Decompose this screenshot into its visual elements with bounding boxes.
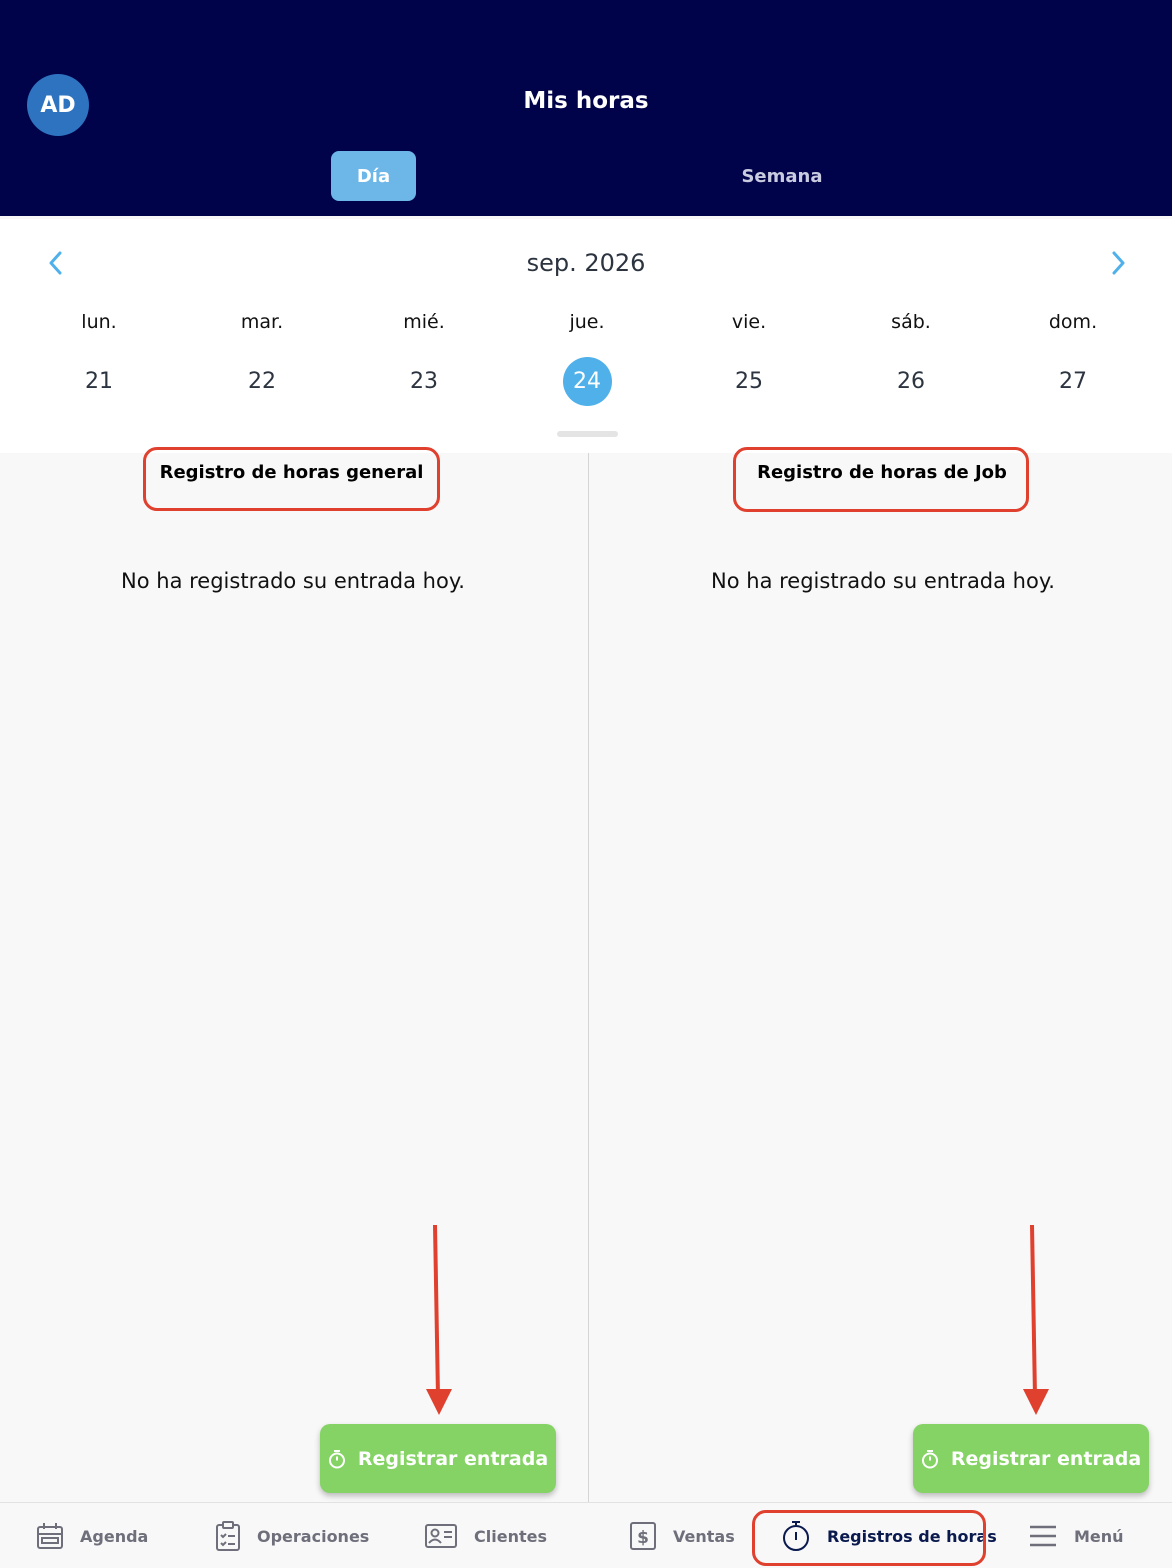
annotation-highlight	[752, 1510, 986, 1566]
app-header: AD Mis horas Día Semana	[0, 0, 1172, 216]
weekday-label: sáb.	[891, 311, 931, 333]
stopwatch-icon	[328, 1449, 345, 1468]
tab-day[interactable]: Día	[331, 151, 416, 201]
day-number: 22	[248, 368, 276, 394]
svg-text:$: $	[637, 1528, 649, 1548]
day-cell[interactable]: 25	[689, 357, 809, 405]
day-number: 27	[1059, 368, 1087, 394]
weekday-label: vie.	[731, 311, 767, 333]
day-number: 24	[562, 356, 612, 406]
nav-operaciones[interactable]: Operaciones	[215, 1503, 369, 1568]
drag-handle[interactable]	[557, 431, 618, 437]
dollar-icon: $	[630, 1522, 656, 1550]
annotation-arrow	[1030, 1224, 1037, 1392]
button-label: Registrar entrada	[357, 1447, 549, 1470]
job-empty-message: No ha registrado su entrada hoy.	[711, 569, 1055, 593]
clipboard-icon	[216, 1521, 240, 1551]
nav-agenda[interactable]: Agenda	[36, 1503, 148, 1568]
day-number: 21	[85, 368, 113, 394]
bottom-navigation: Agenda Operaciones Clientes $ Ventas Reg…	[0, 1502, 1172, 1568]
nav-label: Operaciones	[257, 1526, 370, 1546]
panel-divider	[588, 453, 589, 1502]
nav-label: Ventas	[673, 1526, 735, 1546]
month-label: sep. 2026	[526, 249, 646, 277]
job-clock-in-button[interactable]: Registrar entrada	[913, 1424, 1149, 1493]
annotation-arrow-head	[426, 1389, 452, 1415]
day-cell[interactable]: 27	[1013, 357, 1133, 405]
day-cell[interactable]: 23	[364, 357, 484, 405]
day-cell[interactable]: 21	[39, 357, 159, 405]
annotation-highlight	[143, 447, 440, 511]
nav-ventas[interactable]: $ Ventas	[629, 1503, 735, 1568]
week-calendar: sep. 2026 lun. mar. mié. jue. vie. sáb. …	[0, 219, 1172, 453]
contact-card-icon	[425, 1524, 457, 1548]
general-empty-message: No ha registrado su entrada hoy.	[121, 569, 465, 593]
button-label: Registrar entrada	[950, 1447, 1142, 1470]
next-week-button[interactable]	[1102, 247, 1134, 279]
nav-label: Agenda	[80, 1526, 149, 1546]
nav-label: Menú	[1074, 1526, 1124, 1546]
day-cell-selected[interactable]: 24	[527, 356, 647, 406]
nav-menu[interactable]: Menú	[1028, 1503, 1124, 1568]
hamburger-icon	[1030, 1525, 1056, 1547]
weekday-label: lun.	[81, 311, 117, 333]
annotation-arrow-head	[1023, 1389, 1049, 1415]
weekday-label: mar.	[240, 311, 284, 333]
weekday-label: mié.	[403, 311, 445, 333]
tab-week[interactable]: Semana	[700, 151, 864, 201]
page-title: Mis horas	[523, 88, 649, 114]
calendar-icon	[37, 1523, 63, 1549]
day-cell[interactable]: 26	[851, 357, 971, 405]
nav-clientes[interactable]: Clientes	[424, 1503, 547, 1568]
day-number: 26	[897, 368, 925, 394]
annotation-arrow	[433, 1224, 440, 1392]
stopwatch-icon	[921, 1449, 938, 1468]
general-clock-in-button[interactable]: Registrar entrada	[320, 1424, 556, 1493]
day-cell[interactable]: 22	[202, 357, 322, 405]
weekday-label: dom.	[1048, 311, 1098, 333]
annotation-highlight	[733, 447, 1029, 512]
weekday-label: jue.	[569, 311, 605, 333]
day-number: 23	[410, 368, 438, 394]
chevron-right-icon	[1112, 251, 1125, 275]
day-number: 25	[735, 368, 763, 394]
nav-label: Clientes	[474, 1526, 547, 1546]
